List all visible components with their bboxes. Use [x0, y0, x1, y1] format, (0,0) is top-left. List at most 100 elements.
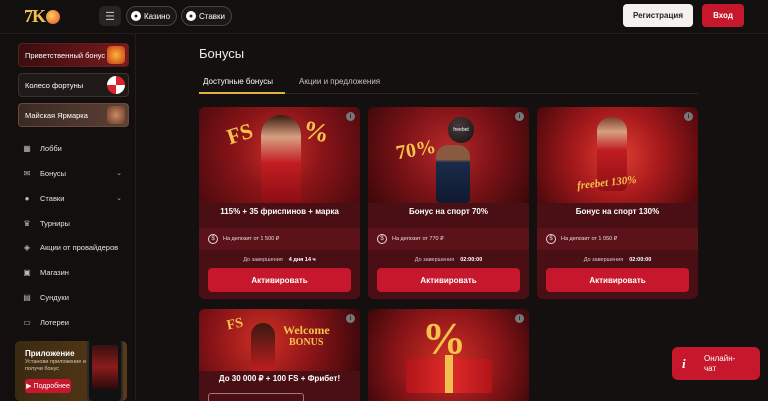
tab-promotions[interactable]: Акции и предложения [299, 77, 380, 86]
activate-button[interactable]: Активировать [546, 268, 689, 292]
ball-icon: ● [24, 193, 30, 203]
gift-fire-icon [107, 46, 125, 64]
soccer-ball-icon: ● [186, 11, 196, 21]
remaining-row: До завершения 02:00:00 [537, 257, 698, 263]
info-icon: i [682, 355, 686, 371]
bonus-card-title: Бонус на спорт 70% [409, 207, 488, 216]
wheel-icon [107, 76, 125, 94]
sidebar-item-lotteries[interactable]: ▭ Лотереи [22, 315, 132, 329]
player-figure [436, 145, 470, 203]
sidebar-item-chests[interactable]: ▤ Сундуки [22, 290, 132, 304]
bonus-card: % i [368, 309, 529, 401]
bonus-card: FS % i 115% + 35 фриспинов + марка $ На д… [199, 107, 360, 299]
deposit-row: $ На депозит от 1 500 ₽ [199, 228, 360, 250]
sidebar-item-label: Бонусы [40, 168, 67, 178]
sidebar-item-label: Турниры [40, 218, 70, 228]
coin-icon: $ [377, 234, 387, 244]
sidebar-item-tournaments[interactable]: ♛ Турниры [22, 216, 132, 230]
sidebar-item-bonuses[interactable]: ✉ Бонусы ⌄ [22, 166, 132, 180]
bonus-card-title: Бонус на спорт 130% [575, 207, 660, 216]
lobby-icon: ▦ [23, 143, 31, 153]
logo[interactable]: 7K [24, 6, 61, 27]
freebet-ball-text: freebet [453, 127, 469, 133]
percent-graphic: % [422, 314, 466, 363]
chat-label-line1: Онлайн- [704, 353, 736, 363]
coin-icon: $ [208, 234, 218, 244]
sidebar-item-provider-promos[interactable]: ◈ Акции от провайдеров [22, 240, 132, 254]
ticket-icon: ▭ [23, 317, 31, 327]
bonus-card-image: freebet 130% [537, 107, 698, 203]
remaining-value: 4 дня 14 ч [288, 257, 316, 263]
info-icon[interactable]: i [684, 112, 693, 121]
top-bar: 7K ☰ ● Казино ● Ставки Регистрация Вход [0, 0, 768, 34]
app-details-button[interactable]: ▶ Подробнее [25, 379, 71, 393]
fs-graphic: FS [223, 117, 256, 150]
tag-icon: ◈ [23, 242, 31, 252]
login-button[interactable]: Вход [702, 4, 744, 27]
coin-icon: $ [546, 234, 556, 244]
bonus-card-image: FS Welcome BONUS [199, 309, 360, 371]
app-details-label: Подробнее [33, 382, 70, 390]
sidebar-item-label: Акции от провайдеров [40, 242, 119, 252]
percent-graphic: % [300, 114, 332, 149]
soccer-ball-icon: ● [131, 11, 141, 21]
sidebar-item-label: Лобби [40, 143, 62, 153]
remaining-label: До завершения [583, 257, 624, 263]
sidebar-promo-fortune-wheel[interactable]: Колесо фортуны [18, 73, 129, 97]
bonus-card: 70% freebet i Бонус на спорт 70% $ На деп… [368, 107, 529, 299]
gift-icon: ✉ [23, 168, 31, 178]
chest-icon: ▤ [23, 292, 31, 302]
bets-pill-label: Ставки [199, 11, 226, 21]
info-icon[interactable]: i [346, 314, 355, 323]
deposit-row: $ На депозит от 1 050 ₽ [537, 228, 698, 250]
bonus-graphic: BONUS [289, 337, 324, 348]
bonus-card-image: FS % [199, 107, 360, 203]
sidebar-item-bets[interactable]: ● Ставки ⌄ [22, 191, 132, 205]
remaining-value: 02:00:00 [629, 257, 652, 263]
info-icon[interactable]: i [346, 112, 355, 121]
sidebar-item-shop[interactable]: ▣ Магазин [22, 265, 132, 279]
phone-image [87, 341, 123, 401]
tab-available-bonuses[interactable]: Доступные бонусы [203, 77, 273, 86]
sidebar-item-lobby[interactable]: ▦ Лобби [22, 141, 132, 155]
card-input-partial[interactable] [208, 393, 304, 401]
app-promo-card[interactable]: Приложение Установи приложение и получи … [15, 341, 127, 401]
bear-icon [107, 106, 125, 124]
online-chat-button[interactable]: i Онлайн- чат [672, 347, 760, 380]
activate-button[interactable]: Активировать [208, 268, 351, 292]
welcome-graphic: Welcome [283, 323, 330, 337]
remaining-row: До завершения 4 дня 14 ч [199, 257, 360, 263]
sidebar-promo-may-fair[interactable]: Майская Ярмарка [18, 103, 129, 127]
sidebar-promo-welcome-bonus[interactable]: Приветственный бонус [18, 43, 129, 67]
bets-pill[interactable]: ● Ставки [181, 6, 233, 26]
bonus-card: freebet 130% i Бонус на спорт 130% $ На д… [537, 107, 698, 299]
menu-toggle-button[interactable]: ☰ [99, 6, 121, 26]
menu-toggle-icon: ☰ [105, 10, 115, 23]
shop-icon: ▣ [23, 267, 31, 277]
activate-button[interactable]: Активировать [377, 268, 520, 292]
trophy-icon: ♛ [23, 218, 31, 228]
chevron-down-icon: ⌄ [116, 170, 122, 177]
chat-label-line2: чат [704, 363, 717, 373]
page-title: Бонусы [199, 46, 245, 61]
sidebar-item-label: Лотереи [40, 317, 69, 327]
model-figure [261, 115, 301, 203]
remaining-row: До завершения 02:00:00 [368, 257, 529, 263]
bonus-card-image: % [368, 309, 529, 401]
info-icon[interactable]: i [515, 314, 524, 323]
casino-pill-label: Казино [144, 11, 171, 21]
sidebar: Приветственный бонус Колесо фортуны Майс… [0, 34, 136, 401]
bonus-card: FS Welcome BONUS i До 30 000 ₽ + 100 FS … [199, 309, 360, 401]
bonus-card-title: 115% + 35 фриспинов + марка [220, 207, 339, 216]
deposit-row: $ На депозит от 770 ₽ [368, 228, 529, 250]
sidebar-item-label: Ставки [40, 193, 65, 203]
deposit-text: На депозит от 1 050 ₽ [561, 236, 618, 242]
deposit-text: На депозит от 1 500 ₽ [223, 236, 280, 242]
remaining-value: 02:00:00 [460, 257, 483, 263]
online-chat-label: Онлайн- чат [704, 354, 735, 374]
info-icon[interactable]: i [515, 112, 524, 121]
casino-pill[interactable]: ● Казино [126, 6, 178, 26]
sidebar-promo-label: Приветственный бонус [25, 50, 106, 60]
remaining-label: До завершения [414, 257, 455, 263]
register-button[interactable]: Регистрация [623, 4, 693, 27]
